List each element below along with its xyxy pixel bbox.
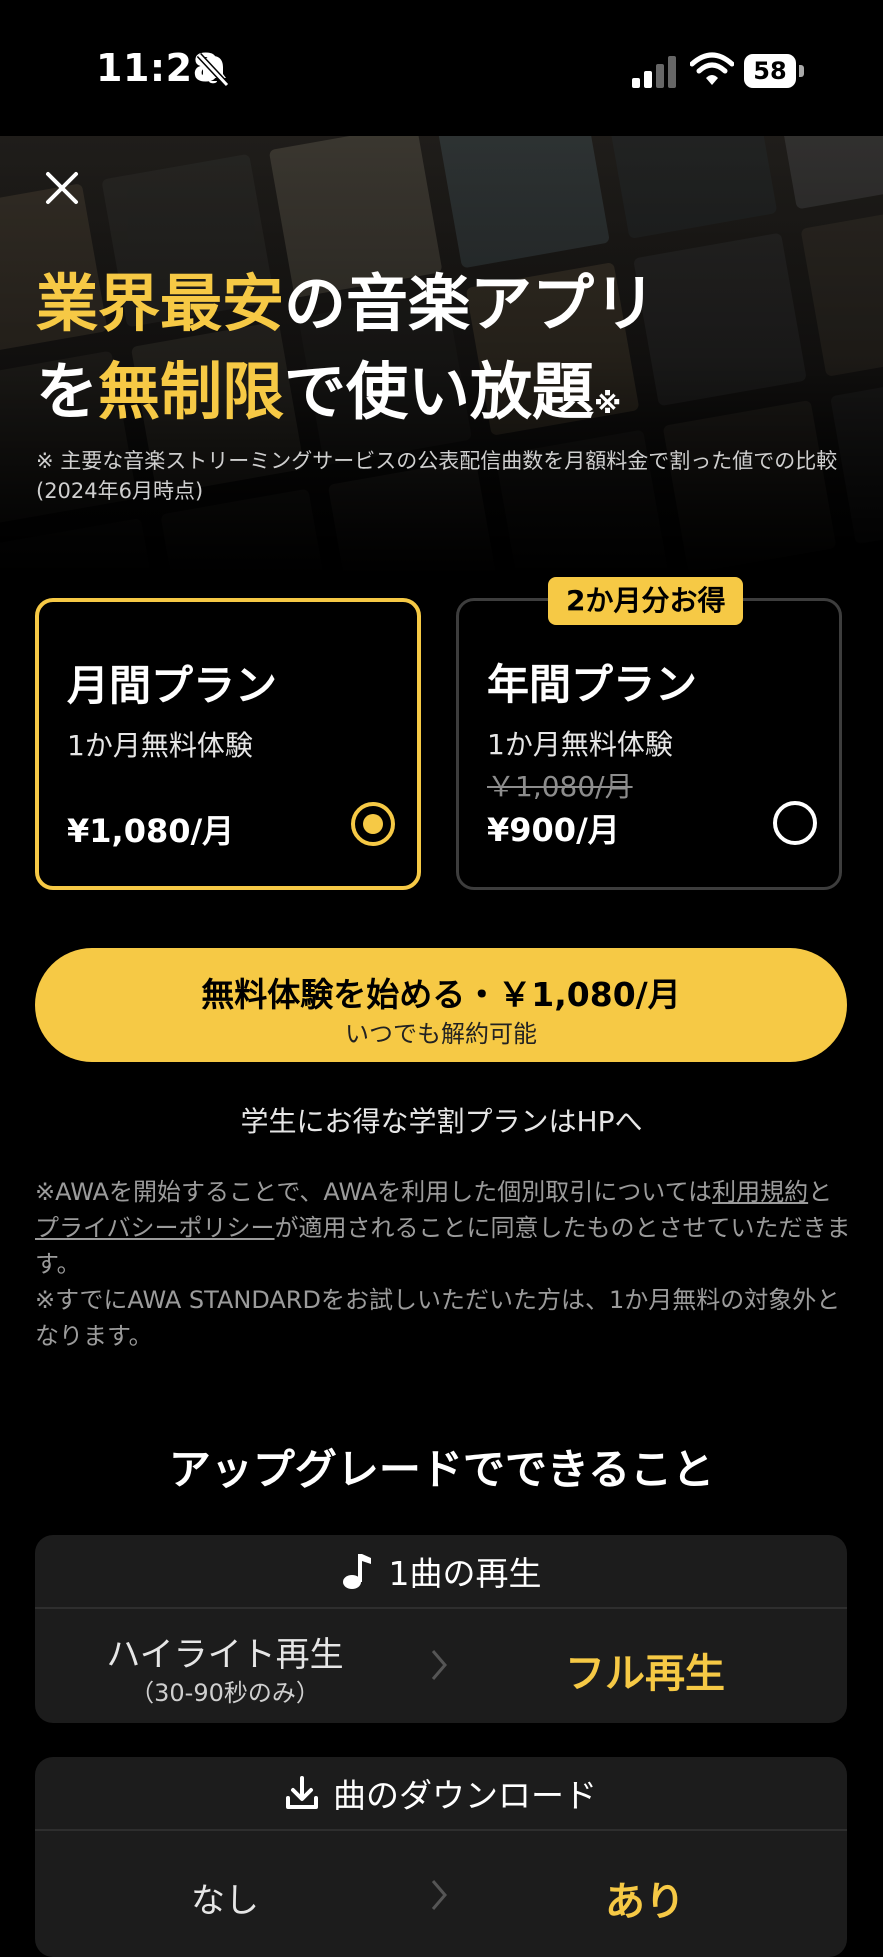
chevron-right-icon xyxy=(431,1880,447,1910)
battery-tip xyxy=(799,65,804,77)
headline-text-2a: を xyxy=(36,355,99,428)
feature-after: フル再生 xyxy=(565,1651,725,1697)
feature-title: 曲のダウンロード xyxy=(333,1776,597,1815)
headline-text-2b: で使い放題 xyxy=(284,355,595,428)
trial-eligibility-note: ※すでにAWA STANDARDをお試しいただいた方は、1か月無料の対象外となり… xyxy=(35,1286,841,1350)
terms-of-use-link[interactable]: 利用規約 xyxy=(712,1178,808,1206)
feature-card-header: 曲のダウンロード xyxy=(35,1757,847,1831)
radio-unselected[interactable] xyxy=(773,801,817,845)
headline-line-1: 業界最安の音楽アプリ xyxy=(36,260,856,348)
hero-headline: 業界最安の音楽アプリ を無制限で使い放題※ xyxy=(36,260,856,448)
feature-card-playback: 1曲の再生 ハイライト再生 （30-90秒のみ） フル再生 xyxy=(35,1535,847,1723)
silent-bell-icon xyxy=(196,52,230,88)
plan-card-annual[interactable]: 年間プラン 1か月無料体験 ￥1,080/月 ¥900/月 xyxy=(456,598,842,890)
plan-trial: 1か月無料体験 xyxy=(487,728,673,761)
battery-level: 58 xyxy=(744,54,796,88)
plan-card-monthly[interactable]: 月間プラン 1か月無料体験 ¥1,080/月 xyxy=(35,598,421,890)
terms-notice: ※AWAを開始することで、AWAを利用した個別取引については利用規約とプライバシ… xyxy=(35,1174,855,1354)
feature-title: 1曲の再生 xyxy=(388,1554,542,1593)
privacy-policy-link[interactable]: プライバシーポリシー xyxy=(35,1214,275,1242)
download-icon xyxy=(286,1776,318,1809)
radio-selected[interactable] xyxy=(351,802,395,846)
feature-before: ハイライト再生 xyxy=(106,1635,344,1675)
plan-trial: 1か月無料体験 xyxy=(67,729,253,762)
plan-title: 月間プラン xyxy=(67,661,278,710)
status-bar: 11:28 58 xyxy=(0,0,883,136)
cta-sublabel: いつでも解約可能 xyxy=(345,1020,537,1048)
terms-text-1: ※AWAを開始することで、AWAを利用した個別取引については xyxy=(35,1178,713,1206)
feature-card-download: 曲のダウンロード なし あり xyxy=(35,1757,847,1957)
headline-accent-unlimited: 無制限 xyxy=(98,355,285,428)
cta-label: 無料体験を始める・￥1,080/月 xyxy=(201,975,681,1014)
terms-text-2: と xyxy=(808,1178,833,1206)
headline-accent-cheapest: 業界最安 xyxy=(36,267,285,340)
battery-indicator: 58 xyxy=(744,54,804,88)
upgrade-section-title: アップグレードでできること xyxy=(168,1445,715,1494)
plan-title: 年間プラン xyxy=(487,660,698,709)
feature-after: あり xyxy=(605,1879,685,1925)
start-free-trial-button[interactable]: 無料体験を始める・￥1,080/月 いつでも解約可能 xyxy=(35,948,847,1062)
feature-before-note: （30-90秒のみ） xyxy=(130,1679,320,1707)
hero-disclaimer: ※ 主要な音楽ストリーミングサービスの公表配信曲数を月額料金で割った値での比較 … xyxy=(36,449,838,503)
cellular-signal-icon xyxy=(632,56,676,88)
close-icon[interactable] xyxy=(42,168,82,208)
feature-before: なし xyxy=(191,1881,259,1921)
plan-price: ¥1,080/月 xyxy=(67,812,235,850)
headline-text-1: の音楽アプリ xyxy=(284,267,657,340)
music-note-icon xyxy=(342,1554,371,1589)
wifi-icon xyxy=(690,52,734,85)
headline-line-2: を無制限で使い放題※ xyxy=(36,348,856,448)
savings-badge: 2か月分お得 xyxy=(548,577,744,625)
feature-card-header: 1曲の再生 xyxy=(35,1535,847,1609)
headline-footnote-mark: ※ xyxy=(594,387,622,420)
plan-old-price: ￥1,080/月 xyxy=(487,770,633,803)
plan-price: ¥900/月 xyxy=(487,811,620,849)
chevron-right-icon xyxy=(431,1650,447,1680)
student-plan-link[interactable]: 学生にお得な学割プランはHPへ xyxy=(0,1100,883,1140)
